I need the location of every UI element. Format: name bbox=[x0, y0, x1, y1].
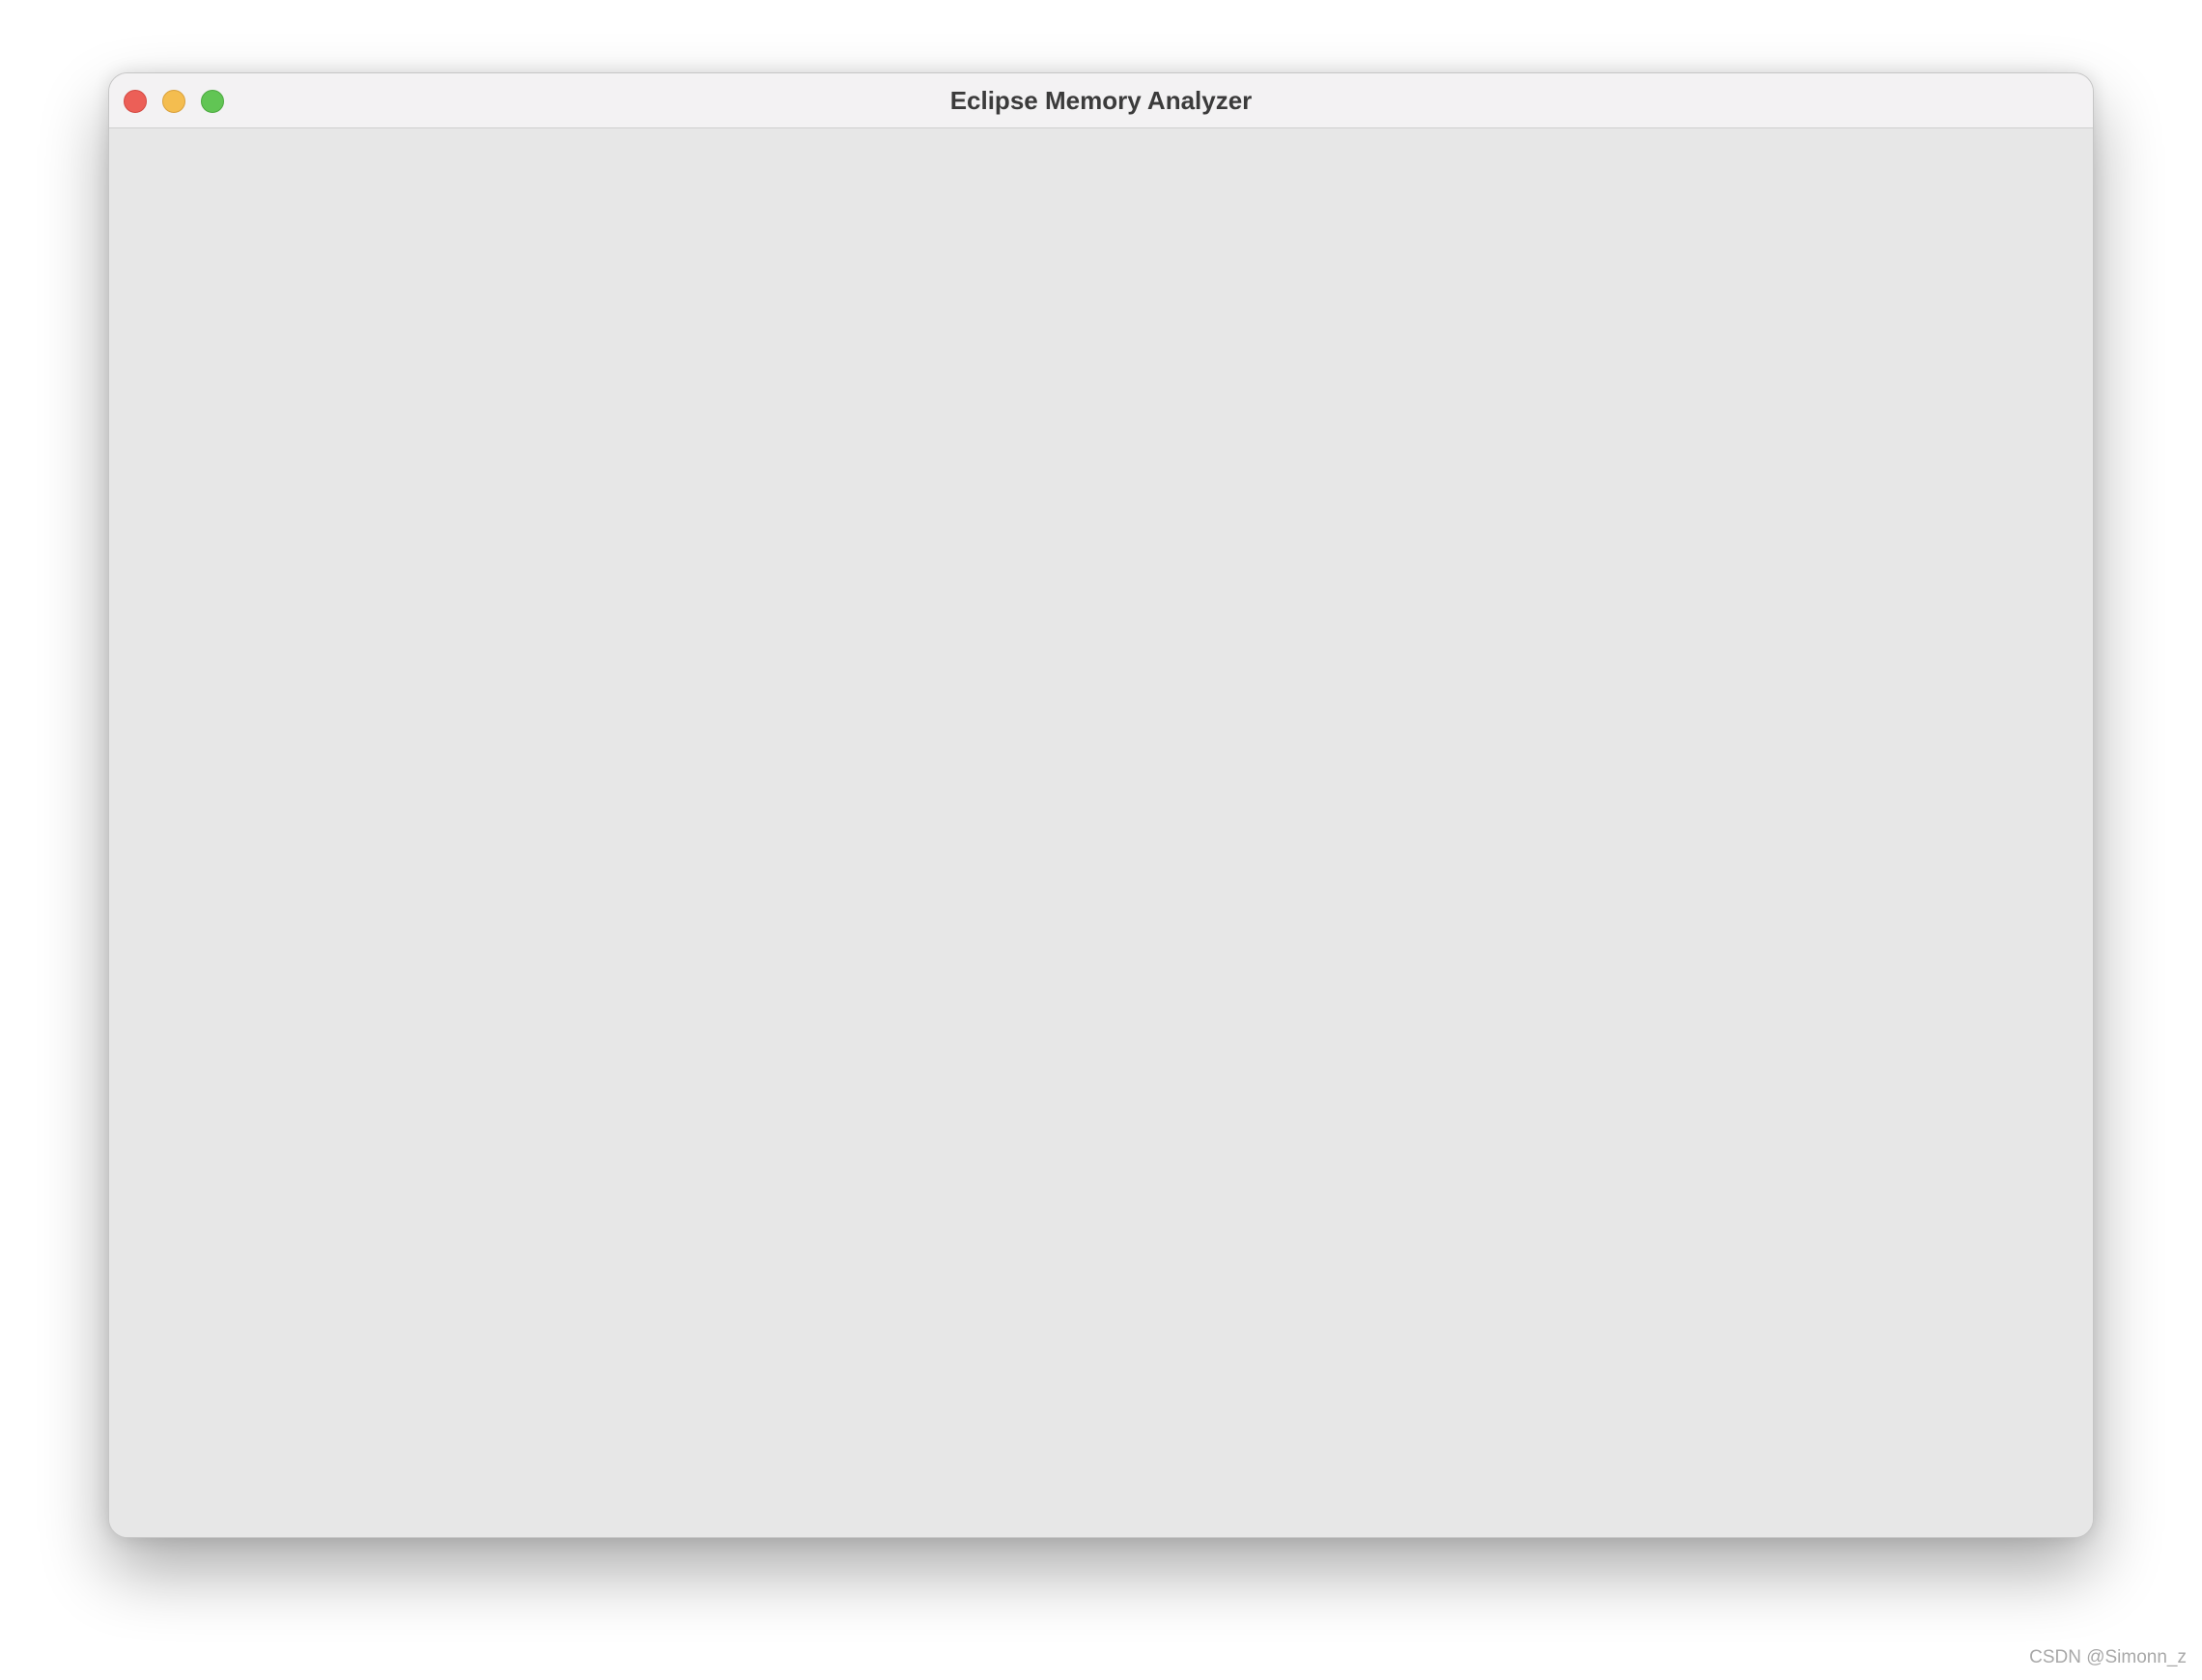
app-window: Eclipse Memory Analyzer bbox=[108, 72, 2094, 1538]
window-content-area bbox=[109, 128, 2093, 1537]
watermark-text: CSDN @Simonn_z bbox=[2029, 1647, 2187, 1667]
title-bar[interactable]: Eclipse Memory Analyzer bbox=[109, 73, 2093, 128]
screenshot-stage: Eclipse Memory Analyzer CSDN @Simonn_z bbox=[0, 0, 2202, 1680]
window-title: Eclipse Memory Analyzer bbox=[949, 86, 1253, 115]
